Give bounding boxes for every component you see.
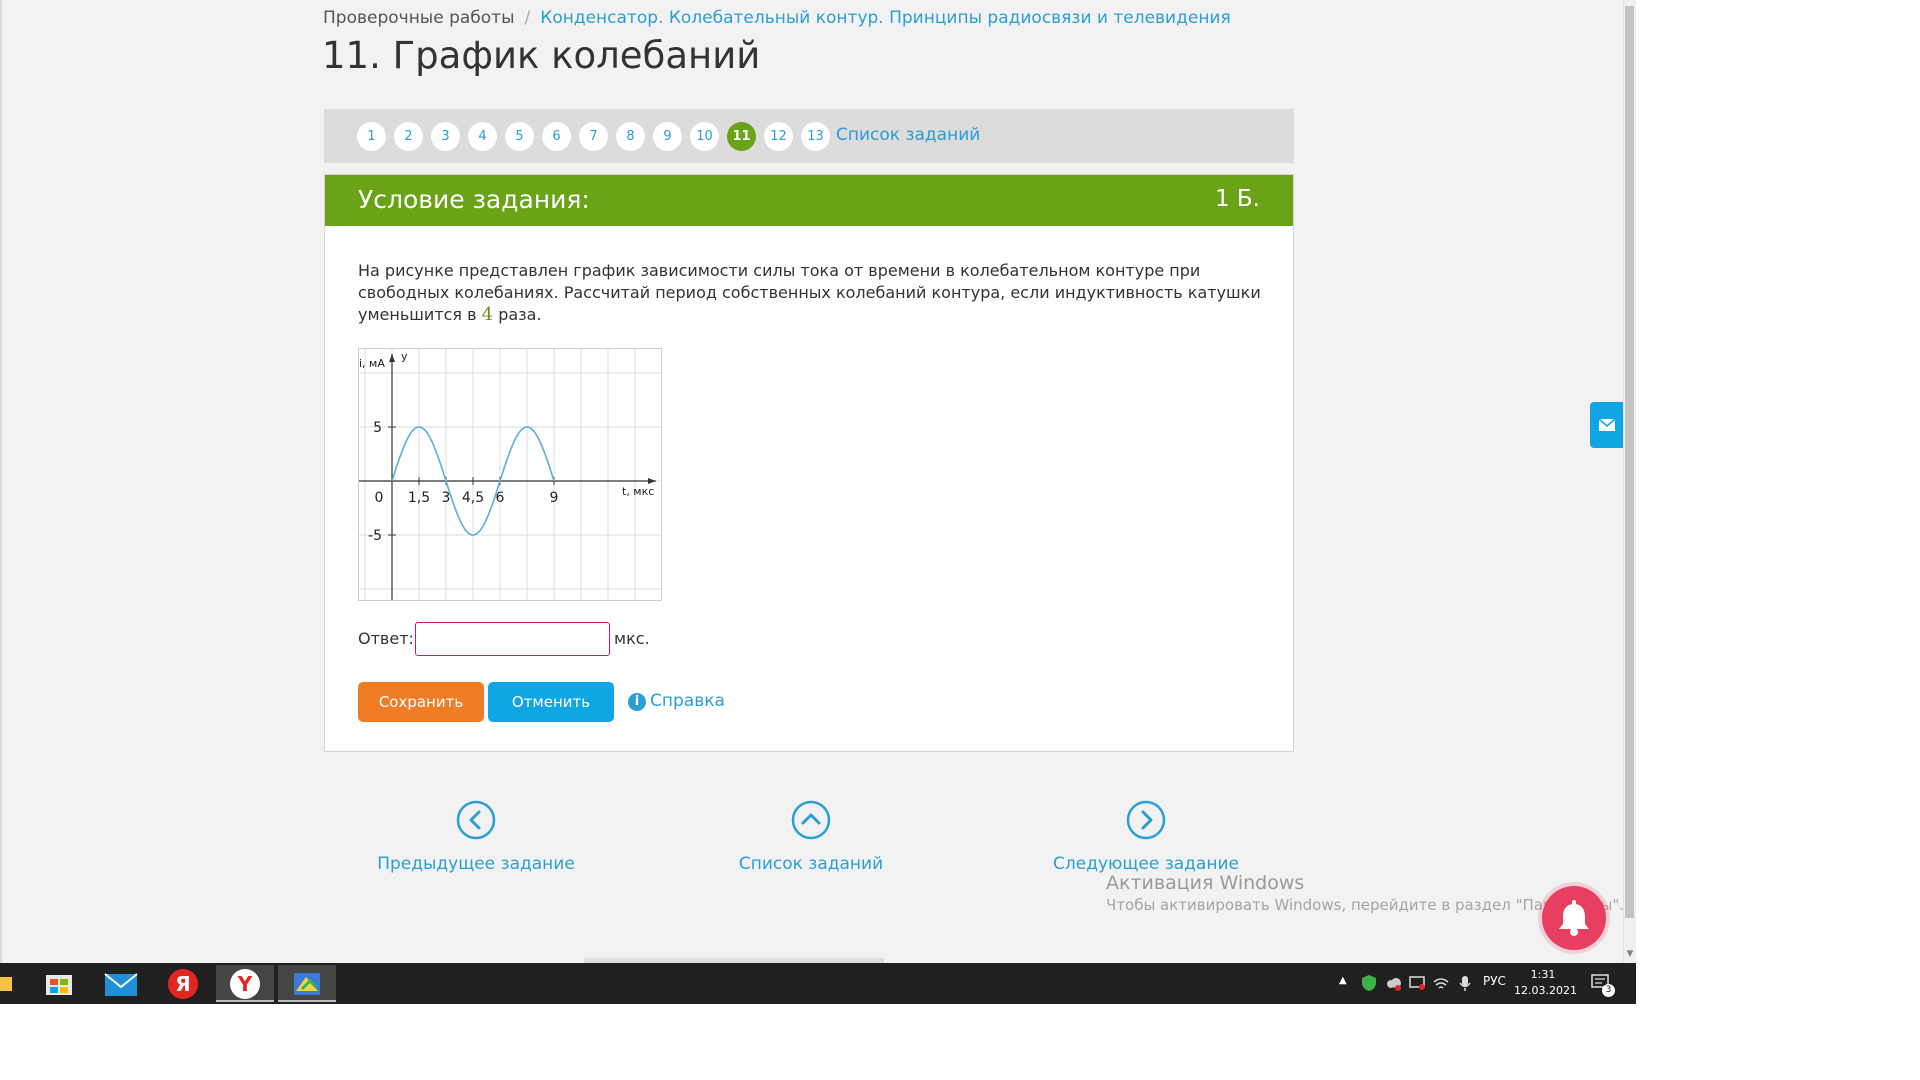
yandex-browser-app[interactable]: Y [216, 965, 274, 1002]
task-app[interactable] [278, 965, 336, 1002]
page-1-button[interactable]: 1 [357, 122, 386, 151]
next-task-label: Следующее задание [1053, 854, 1239, 874]
breadcrumb-root[interactable]: Проверочные работы [323, 8, 515, 28]
browser-viewport: Проверочные работы / Конденсатор. Колебате… [0, 0, 1636, 963]
y-tick-label: -5 [368, 528, 382, 544]
breadcrumb-topic-link[interactable]: Конденсатор. Колебательный контур. Принц… [540, 8, 1230, 28]
task-factor: 4 [481, 304, 494, 325]
page-12-button[interactable]: 12 [764, 122, 793, 151]
x-tick-label: 0 [375, 490, 384, 506]
chevron-right-icon [1126, 800, 1166, 840]
x-tick-label: 9 [550, 490, 559, 506]
x-tick-label: 6 [496, 490, 505, 506]
page-11-button-active[interactable]: 11 [727, 122, 756, 151]
page-9-button[interactable]: 9 [653, 122, 682, 151]
scrollbar-thumb[interactable] [1625, 6, 1634, 918]
feedback-mail-tab[interactable] [1590, 402, 1624, 448]
mail-app[interactable] [92, 965, 150, 1002]
page-3-button[interactable]: 3 [431, 122, 460, 151]
breadcrumb: Проверочные работы / Конденсатор. Колебате… [323, 8, 1231, 28]
page-5-button[interactable]: 5 [505, 122, 534, 151]
task-card: Условие задания: 1 Б. На рисунке предста… [324, 174, 1294, 752]
page-2-button[interactable]: 2 [394, 122, 423, 151]
clock-time: 1:31 [1530, 968, 1556, 981]
chevron-up-icon [791, 800, 831, 840]
language-indicator[interactable]: РУС [1483, 974, 1506, 988]
page-4-button[interactable]: 4 [468, 122, 497, 151]
mail-envelope-icon [104, 973, 138, 996]
y-axis-name: y [401, 350, 408, 363]
file-explorer-app[interactable] [0, 965, 14, 1002]
task-card-header: Условие задания: 1 Б. [325, 175, 1293, 226]
page-6-button[interactable]: 6 [542, 122, 571, 151]
taskbar-clock[interactable]: 1:31 12.03.2021 [1514, 967, 1577, 999]
help-link[interactable]: i Справка [628, 691, 725, 711]
store-bag-icon [46, 975, 72, 995]
x-tick-label: 4,5 [462, 490, 484, 506]
screen: Проверочные работы / Конденсатор. Колебате… [0, 0, 1920, 1080]
answer-input[interactable] [415, 622, 610, 656]
task-text: На рисунке представлен график зависимост… [358, 260, 1268, 326]
folder-icon [0, 977, 12, 991]
store-app[interactable] [30, 965, 88, 1002]
svg-text:Y: Y [237, 972, 253, 996]
page-7-button[interactable]: 7 [579, 122, 608, 151]
info-icon: i [628, 693, 646, 711]
page-13-button[interactable]: 13 [801, 122, 830, 151]
chevron-left-icon [456, 800, 496, 840]
display-tray-icon[interactable] [1408, 974, 1426, 992]
task-list-nav[interactable]: Список заданий [701, 800, 921, 874]
left-edge-divider [0, 0, 2, 963]
task-condition-heading: Условие задания: [358, 185, 590, 214]
help-label: Справка [650, 691, 725, 711]
tray-expand-chevron-icon[interactable]: ▲ [1339, 975, 1347, 986]
breadcrumb-separator: / [524, 8, 531, 28]
mail-icon [1598, 418, 1616, 431]
yandex-logo-icon: Я [168, 969, 198, 999]
notification-count-badge: 3 [1602, 984, 1615, 997]
x-axis-label: t, мкс [622, 485, 654, 498]
x-tick-label: 3 [442, 490, 451, 506]
y-tick-label: 5 [373, 420, 382, 436]
windows-activation-title: Активация Windows [1106, 872, 1305, 894]
answer-label: Ответ: [358, 629, 414, 648]
page-10-button[interactable]: 10 [690, 122, 719, 151]
clock-date: 12.03.2021 [1514, 984, 1577, 997]
windows-taskbar: Я Y ▲ РУС 1:31 12.03.2021 3 [0, 963, 1636, 1004]
save-button[interactable]: Сохранить [358, 682, 484, 722]
svg-text:Я: Я [175, 972, 190, 996]
next-task-nav[interactable]: Следующее задание [1036, 800, 1256, 874]
task-text-end: раза. [493, 305, 542, 324]
bell-icon [1559, 900, 1589, 936]
x-tick-label: 1,5 [408, 490, 430, 506]
task-pager: 1 2 3 4 5 6 7 8 9 10 11 12 13 Список зад… [324, 109, 1294, 163]
yandex-browser-icon: Y [230, 969, 260, 999]
page-8-button[interactable]: 8 [616, 122, 645, 151]
task-list-link[interactable]: Список заданий [836, 125, 980, 145]
scroll-down-arrow[interactable]: ▼ [1624, 948, 1636, 960]
microphone-tray-icon[interactable] [1456, 974, 1474, 992]
page-title: 11. График колебаний [322, 34, 761, 77]
current-time-graph: 0 1,5 3 4,5 6 9 5 -5 i, мА y t, мкс [358, 348, 662, 601]
shield-tray-icon[interactable] [1360, 974, 1378, 992]
y-axis-label: i, мА [359, 357, 385, 370]
wifi-tray-icon[interactable] [1432, 974, 1450, 992]
graph-frame [358, 348, 662, 601]
task-list-nav-label: Список заданий [738, 854, 884, 874]
answer-unit: мкс. [614, 629, 650, 648]
prev-task-nav[interactable]: Предыдущее задание [366, 800, 586, 874]
app-window-icon [294, 973, 320, 995]
prev-task-label: Предыдущее задание [377, 854, 575, 874]
yandex-app[interactable]: Я [154, 965, 212, 1002]
notification-bell-button[interactable] [1542, 886, 1606, 950]
cancel-button[interactable]: Отменить [488, 682, 614, 722]
task-points: 1 Б. [1214, 186, 1260, 212]
cloud-tray-icon[interactable] [1384, 974, 1402, 992]
